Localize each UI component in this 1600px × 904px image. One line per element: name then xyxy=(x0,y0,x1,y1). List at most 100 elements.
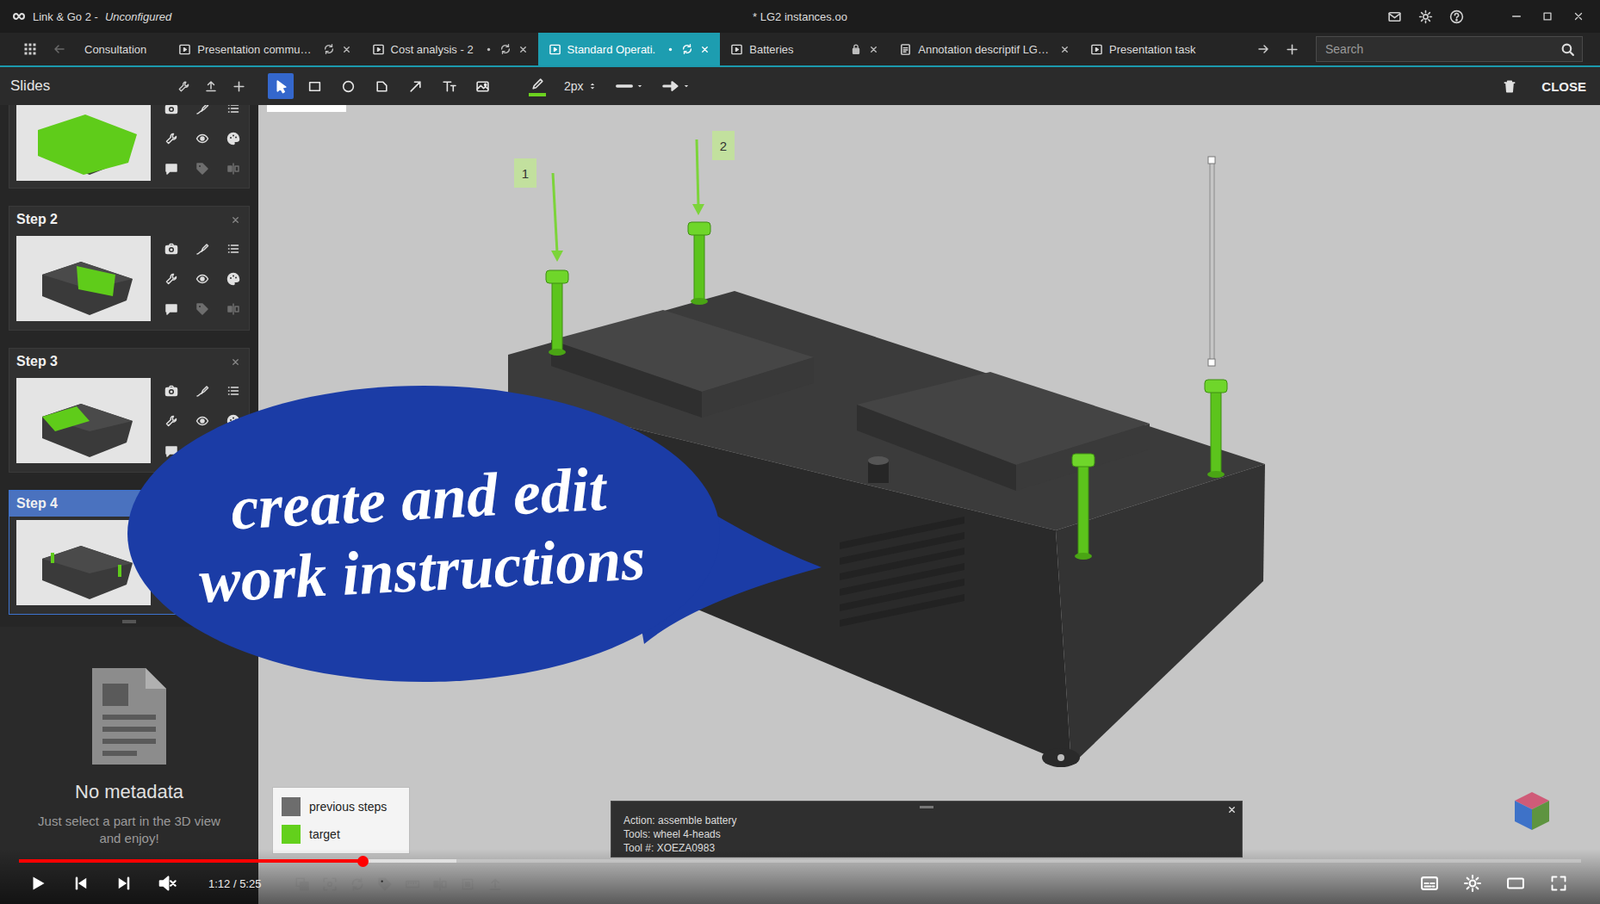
slide-tool-button[interactable] xyxy=(162,270,180,288)
tab-label[interactable]: Annotation descriptif LG… xyxy=(917,43,1049,56)
slide-tool-button[interactable] xyxy=(162,105,180,118)
comment-icon[interactable] xyxy=(164,161,179,176)
tab[interactable]: Consultation xyxy=(74,32,168,66)
screw[interactable] xyxy=(1072,453,1095,560)
close-window-button[interactable] xyxy=(1568,6,1588,26)
slide-tool-button[interactable] xyxy=(193,270,211,288)
slide-title[interactable]: Step 3 xyxy=(16,353,58,370)
slide-tool-button[interactable] xyxy=(224,240,242,258)
gear-icon[interactable] xyxy=(1463,874,1483,894)
maximize-button[interactable] xyxy=(1537,6,1557,26)
slide-tool-button[interactable] xyxy=(162,412,180,430)
search-field[interactable] xyxy=(1315,36,1583,63)
close-icon[interactable] xyxy=(341,44,352,55)
tab-label[interactable]: Standard Operati. xyxy=(567,43,657,56)
slide-tool-button[interactable] xyxy=(162,130,180,148)
settings-button[interactable] xyxy=(1453,868,1492,900)
list-icon[interactable] xyxy=(226,241,241,256)
volume-button[interactable] xyxy=(148,868,187,900)
slide-header[interactable]: Step 2 xyxy=(9,206,249,233)
back-icon[interactable] xyxy=(52,42,67,56)
theater-button[interactable] xyxy=(1496,868,1535,900)
camera-icon[interactable] xyxy=(164,241,179,256)
close-icon[interactable] xyxy=(1227,805,1237,815)
wrench-icon[interactable] xyxy=(164,131,179,146)
slide-tool-button[interactable] xyxy=(224,105,242,118)
upload-icon[interactable] xyxy=(204,79,218,94)
slide-thumbnail[interactable] xyxy=(16,235,151,322)
eye-icon[interactable] xyxy=(195,131,210,146)
stroke-width-field[interactable]: 2px xyxy=(564,79,598,94)
slide-tool-button[interactable] xyxy=(162,240,180,258)
minimize-button[interactable] xyxy=(1506,6,1526,26)
tab-label[interactable]: Batteries xyxy=(749,43,794,56)
gear-icon[interactable] xyxy=(1418,9,1433,25)
max-icon[interactable] xyxy=(1541,10,1554,23)
plus-icon[interactable] xyxy=(1284,42,1300,57)
rect-icon[interactable] xyxy=(307,79,323,94)
fullscreen-button[interactable] xyxy=(1539,868,1578,900)
help-icon[interactable] xyxy=(1449,9,1464,25)
tool-button[interactable] xyxy=(301,73,328,100)
tool-button[interactable] xyxy=(368,73,395,100)
settings-button[interactable] xyxy=(1415,6,1435,26)
slide-title[interactable]: Step 4 xyxy=(16,496,58,512)
tool-button[interactable] xyxy=(402,73,428,100)
list-icon[interactable] xyxy=(226,105,241,116)
navigation-cube[interactable] xyxy=(1513,790,1551,832)
step-label[interactable]: 2 xyxy=(712,130,735,161)
slide-tool-button[interactable] xyxy=(193,105,211,118)
tool-button[interactable] xyxy=(267,73,294,100)
eye-icon[interactable] xyxy=(195,272,210,286)
palette-icon[interactable] xyxy=(226,272,241,286)
slide-tool-button[interactable] xyxy=(193,382,211,400)
tab[interactable]: Annotation descriptif LG… xyxy=(888,32,1080,66)
close-button[interactable]: CLOSE xyxy=(1536,74,1592,99)
slide-title[interactable]: Step 2 xyxy=(16,211,58,228)
pen-curve-icon[interactable] xyxy=(195,384,210,398)
grid-icon[interactable] xyxy=(23,42,38,56)
list-icon[interactable] xyxy=(226,384,241,398)
slide-thumbnail[interactable] xyxy=(16,378,151,464)
export-button[interactable] xyxy=(201,76,221,96)
slide-tool-button[interactable] xyxy=(224,382,242,400)
tab[interactable]: Presentation task xyxy=(1079,32,1249,66)
slide-settings-button[interactable] xyxy=(173,76,193,96)
tab-label[interactable]: Cost analysis - 2 xyxy=(390,43,474,56)
close-icon[interactable] xyxy=(700,44,710,55)
stroke-color-button[interactable] xyxy=(524,73,551,100)
close-icon[interactable] xyxy=(230,357,241,367)
delete-button[interactable] xyxy=(1500,76,1520,96)
tool-button[interactable] xyxy=(469,73,496,100)
text-icon[interactable] xyxy=(441,79,457,94)
tool-button[interactable] xyxy=(334,73,361,100)
screw[interactable] xyxy=(1204,379,1228,478)
theater-icon[interactable] xyxy=(1506,874,1526,894)
select-icon[interactable] xyxy=(273,79,289,94)
help-button[interactable] xyxy=(1446,6,1466,26)
close-icon[interactable] xyxy=(868,44,879,55)
eye-icon[interactable] xyxy=(195,414,210,428)
camera-icon[interactable] xyxy=(164,105,179,116)
slide-tool-button[interactable] xyxy=(162,300,180,318)
scrubber-knob[interactable] xyxy=(357,855,369,868)
circle-icon[interactable] xyxy=(341,79,356,94)
palette-icon[interactable] xyxy=(226,131,241,146)
slide-card[interactable] xyxy=(8,105,250,189)
arrow-icon[interactable] xyxy=(408,79,423,94)
tab[interactable]: Standard Operati. xyxy=(538,32,721,66)
subtitles-button[interactable] xyxy=(1410,868,1449,900)
plus-icon[interactable] xyxy=(231,79,247,94)
fullscreen-icon[interactable] xyxy=(1550,874,1568,893)
line-style-icon[interactable] xyxy=(614,76,634,96)
spin-icon[interactable] xyxy=(587,80,598,92)
previous-button[interactable] xyxy=(62,868,100,900)
add-slide-button[interactable] xyxy=(229,76,249,96)
stroke-color-swatch[interactable] xyxy=(528,93,546,97)
mail-icon[interactable] xyxy=(1387,9,1402,25)
slide-card[interactable]: Step 2 xyxy=(8,205,250,331)
search-input[interactable] xyxy=(1323,41,1556,57)
trash-icon[interactable] xyxy=(1501,78,1518,94)
tab[interactable]: Cost analysis - 2 xyxy=(361,32,539,66)
tab-label[interactable]: Consultation xyxy=(84,43,147,56)
